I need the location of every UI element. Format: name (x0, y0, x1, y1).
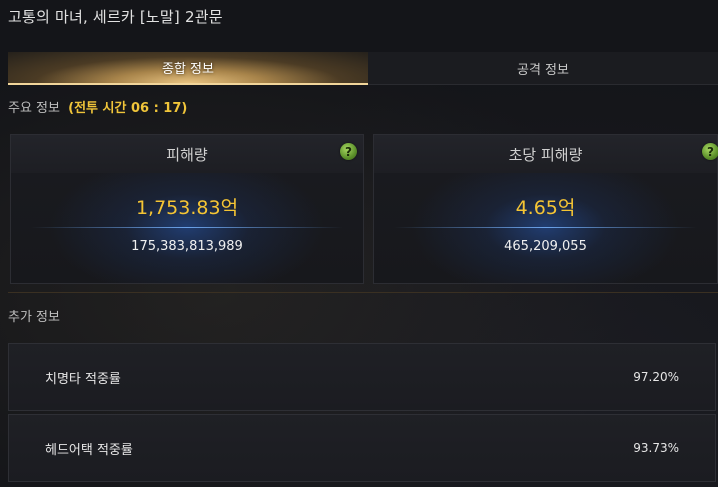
combat-time: (전투 시간 06 : 17) (68, 101, 188, 116)
stat-value: 93.73% (633, 441, 679, 455)
extra-info-label: 추가 정보 (8, 310, 60, 325)
glow-divider (394, 227, 697, 228)
stat-row-head-attack-rate: 헤드어택 적중률 93.73% (8, 414, 716, 482)
stat-value: 97.20% (633, 370, 679, 384)
stat-name: 헤드어택 적중률 (45, 442, 133, 458)
combat-report-window: 고통의 마녀, 세르카 [노말] 2관문 종합 정보 공격 정보 주요 정보 (… (0, 0, 718, 487)
help-icon[interactable]: ? (702, 143, 718, 160)
glow-divider (31, 227, 343, 228)
stat-name: 치명타 적중률 (45, 371, 121, 387)
damage-value: 1,753.83억 (135, 197, 239, 219)
main-info-heading: 주요 정보 (전투 시간 06 : 17) (8, 97, 187, 116)
section-divider (8, 292, 718, 293)
damage-card: 피해량 ? 1,753.83억 175,383,813,989 (10, 134, 364, 284)
window-title: 고통의 마녀, 세르카 [노말] 2관문 (8, 8, 223, 26)
tab-attack-info[interactable]: 공격 정보 (368, 52, 718, 85)
damage-card-title: 피해량 (11, 135, 363, 173)
dps-card: 초당 피해량 ? 4.65억 465,209,055 (373, 134, 718, 284)
dps-raw-value: 465,209,055 (504, 239, 587, 254)
tab-overview[interactable]: 종합 정보 (8, 52, 368, 85)
dps-card-title: 초당 피해량 (374, 135, 717, 173)
stat-row-crit-rate: 치명타 적중률 97.20% (8, 343, 716, 411)
dps-value: 4.65억 (515, 197, 576, 219)
help-icon[interactable]: ? (340, 143, 357, 160)
tab-bar: 종합 정보 공격 정보 (8, 52, 718, 85)
damage-raw-value: 175,383,813,989 (131, 239, 243, 254)
main-info-label: 주요 정보 (8, 101, 60, 116)
